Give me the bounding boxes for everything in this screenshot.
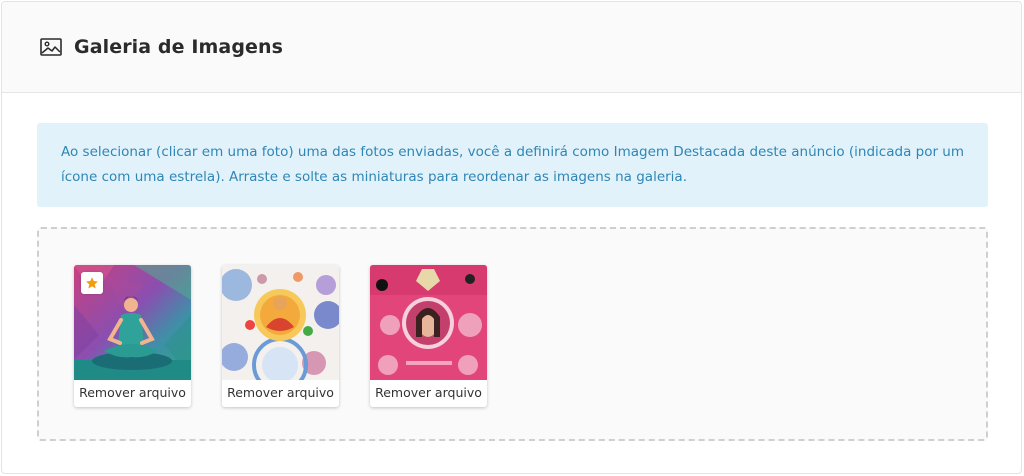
pink-collage-image[interactable] — [370, 265, 487, 380]
image-dropzone[interactable]: Remover arquivo Remover arquivo Remover … — [37, 227, 988, 441]
meditation-image[interactable] — [74, 265, 191, 380]
gallery-thumbnail[interactable]: Remover arquivo — [222, 265, 339, 407]
card-header: Galeria de Imagens — [2, 2, 1021, 93]
buddha-collage-image[interactable] — [222, 265, 339, 380]
gallery-card: Galeria de Imagens Ao selecionar (clicar… — [1, 1, 1022, 474]
remove-file-link[interactable]: Remover arquivo — [370, 380, 487, 407]
gallery-thumbnail[interactable]: Remover arquivo — [74, 265, 191, 407]
gallery-thumbnail[interactable]: Remover arquivo — [370, 265, 487, 407]
info-notice: Ao selecionar (clicar em uma foto) uma d… — [37, 123, 988, 207]
notice-text: Ao selecionar (clicar em uma foto) uma d… — [61, 144, 965, 185]
page-title: Galeria de Imagens — [74, 36, 284, 58]
image-icon — [40, 38, 62, 56]
remove-file-link[interactable]: Remover arquivo — [222, 380, 339, 407]
remove-file-link[interactable]: Remover arquivo — [74, 380, 191, 407]
featured-star-icon — [81, 272, 103, 294]
